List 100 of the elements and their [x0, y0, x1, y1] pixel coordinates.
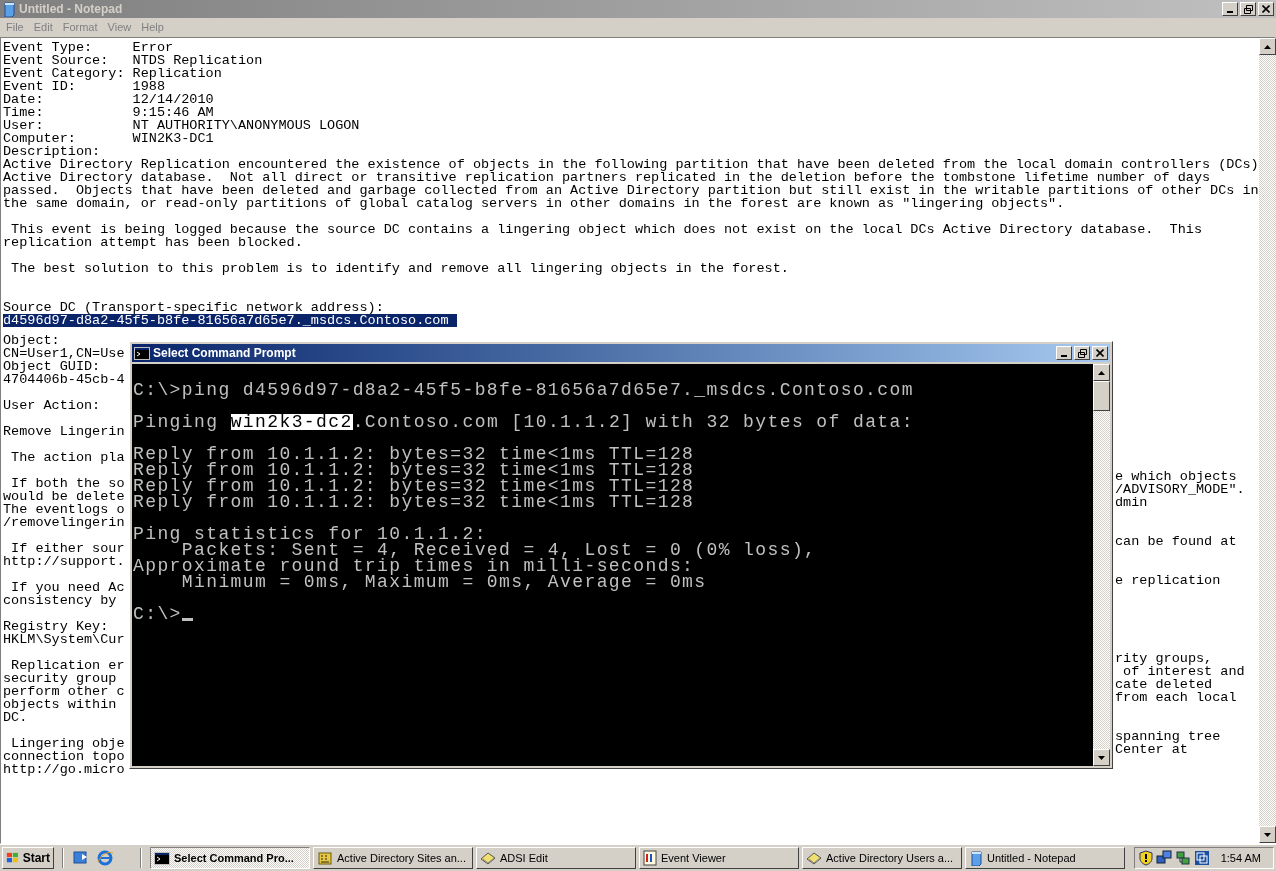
text-line: Date: 12/14/2010 — [3, 93, 214, 106]
text-line: objects within — [3, 697, 117, 712]
tray-button[interactable] — [1155, 850, 1172, 866]
console-line: Packets: Sent = 4, Received = 4, Lost = 0 (0% loss), — [181, 542, 817, 558]
flag-icon — [6, 851, 20, 865]
text-line: Remove Lingerin — [3, 424, 125, 439]
text-line: consistency by — [3, 593, 117, 608]
text-line: 4704406b-45cb-4 — [3, 372, 125, 387]
desktop-icon — [73, 850, 89, 866]
down-arrow-icon — [1263, 832, 1271, 837]
restore-icon — [1243, 4, 1253, 14]
text-line: CN=User1,CN=Use — [3, 346, 125, 361]
text-line: replication attempt has been blocked. — [3, 236, 303, 249]
scroll-down-button[interactable] — [1258, 826, 1276, 843]
shield-icon — [1138, 850, 1153, 866]
tray-button[interactable] — [1174, 850, 1191, 866]
text-line: The eventlogs o — [3, 502, 125, 517]
console-line: Reply from 10.1.1.2: bytes=32 time<1ms TTL=128 — [133, 494, 695, 510]
text-line: Event Category: Replication — [3, 67, 222, 80]
scrollbar[interactable] — [1093, 364, 1110, 766]
console-icon — [134, 346, 150, 360]
quick-launch-button[interactable] — [96, 849, 115, 867]
text-line: Event Source: NTDS Replication — [3, 54, 263, 67]
maximize-button[interactable] — [1074, 346, 1090, 360]
console-line: Reply from 10.1.1.2: bytes=32 time<1ms TTL=128 — [133, 446, 695, 462]
console-line: Reply from 10.1.1.2: bytes=32 time<1ms TTL=128 — [133, 462, 695, 478]
window-title: Untitled - Notepad — [19, 1, 123, 18]
text-line: Time: 9:15:46 AM — [3, 106, 214, 119]
taskbar-button[interactable]: Active Directory Users a... — [802, 847, 962, 869]
book-icon — [480, 850, 496, 866]
text-line: The action pla — [10, 450, 125, 465]
close-icon — [1262, 5, 1270, 13]
down-arrow-icon — [1098, 755, 1105, 760]
text-line: If either sour — [10, 541, 125, 556]
text-line: security group — [3, 671, 117, 686]
text-line: If both the so — [10, 476, 125, 491]
text-line: The best solution to this problem is to identify and remove all lingering objects in the forest. — [10, 262, 789, 275]
console-line: .Contoso.com [10.1.1.2] with 32 bytes of data: — [352, 414, 914, 430]
notepad-icon — [969, 850, 983, 866]
text-line: Object GUID: — [3, 359, 101, 374]
close-button[interactable] — [1258, 2, 1274, 16]
text-line: /ADVISORY_MODE". — [1114, 483, 1245, 496]
console-line: Pinging — [133, 414, 220, 430]
squares-icon — [1193, 850, 1210, 866]
clock: 1:54 AM — [1219, 850, 1262, 866]
taskbar-button[interactable]: ADSI Edit — [476, 847, 636, 869]
text-line: Active Directory Replication encountered the existence of objects in the following partition that have been deleted from the local domain controllers (DCs) — [3, 158, 1259, 171]
text-line: Event ID: 1988 — [3, 80, 166, 93]
console-line: Minimum = 0ms, Maximum = 0ms, Average = 0ms — [181, 574, 707, 590]
up-arrow-icon — [1098, 370, 1105, 375]
text-line: Description: — [3, 145, 101, 158]
text-line: of interest and — [1123, 665, 1245, 678]
taskbar-button[interactable]: Select Command Pro... — [150, 847, 310, 869]
restore-icon — [1077, 348, 1087, 358]
text-line: Center at — [1114, 743, 1188, 756]
selected-text: win2k3-dc2 — [230, 414, 353, 430]
console-icon — [154, 851, 170, 865]
text-line: DC. — [3, 710, 28, 725]
notepad-icon — [2, 1, 16, 17]
scrollbar[interactable] — [1258, 38, 1276, 843]
network-icon — [1174, 850, 1191, 866]
minimize-button[interactable] — [1222, 2, 1238, 16]
building-icon — [317, 850, 333, 866]
close-icon — [1096, 349, 1104, 357]
text-line: Lingering obje — [11, 736, 125, 751]
scroll-up-button[interactable] — [1258, 38, 1276, 55]
quick-launch-button[interactable] — [72, 849, 90, 867]
text-line: perform other c — [3, 684, 125, 699]
text-line: e which objects — [1114, 470, 1237, 483]
text-line: can be found at — [1114, 535, 1237, 548]
text-line: rity groups, — [1114, 652, 1213, 665]
scroll-down-button[interactable] — [1093, 749, 1110, 766]
text-line: Object: — [3, 333, 60, 348]
book-icon — [806, 850, 822, 866]
text-line: cate deleted — [1114, 678, 1213, 691]
text-line: User Action: — [3, 398, 101, 413]
taskbar-button[interactable]: Active Directory Sites an... — [313, 847, 473, 869]
text-line: http://support. — [3, 554, 125, 569]
minimize-button[interactable] — [1056, 346, 1072, 360]
text-line: HKLM\System\Cur — [3, 632, 125, 647]
tray-button[interactable] — [1138, 850, 1153, 866]
text-line: dmin — [1114, 496, 1148, 509]
cursor-icon — [181, 618, 193, 621]
restore-button[interactable] — [1240, 2, 1256, 16]
text-line: passed. Objects that have been deleted and garbage collected from an Active Directory partition but still exist in the writable partitions of other DCs in — [3, 184, 1259, 197]
close-button[interactable] — [1092, 346, 1108, 360]
up-arrow-icon — [1263, 44, 1271, 49]
text-line: Computer: WIN2K3-DC1 — [3, 132, 214, 145]
selected-text: d4596d97-d8a2-45f5-b8fe-81656a7d65e7._msdcs.Contoso.com — [3, 314, 457, 327]
text-line: connection topo — [3, 749, 125, 764]
taskbar-button[interactable]: Untitled - Notepad — [965, 847, 1125, 869]
scroll-up-button[interactable] — [1093, 364, 1110, 381]
taskbar-button[interactable]: Event Viewer — [639, 847, 799, 869]
start-button[interactable]: Start — [2, 847, 54, 869]
text-line: http://go.micro — [3, 762, 125, 777]
text-line: Replication er — [11, 658, 125, 673]
console-line: C:\> — [133, 606, 182, 622]
computers-icon — [1155, 850, 1172, 866]
text-line: the same domain, or read-only partitions of global catalog servers in other domains in the forest are known as "lingering objects". — [3, 197, 1065, 210]
scroll-thumb[interactable] — [1093, 381, 1110, 411]
